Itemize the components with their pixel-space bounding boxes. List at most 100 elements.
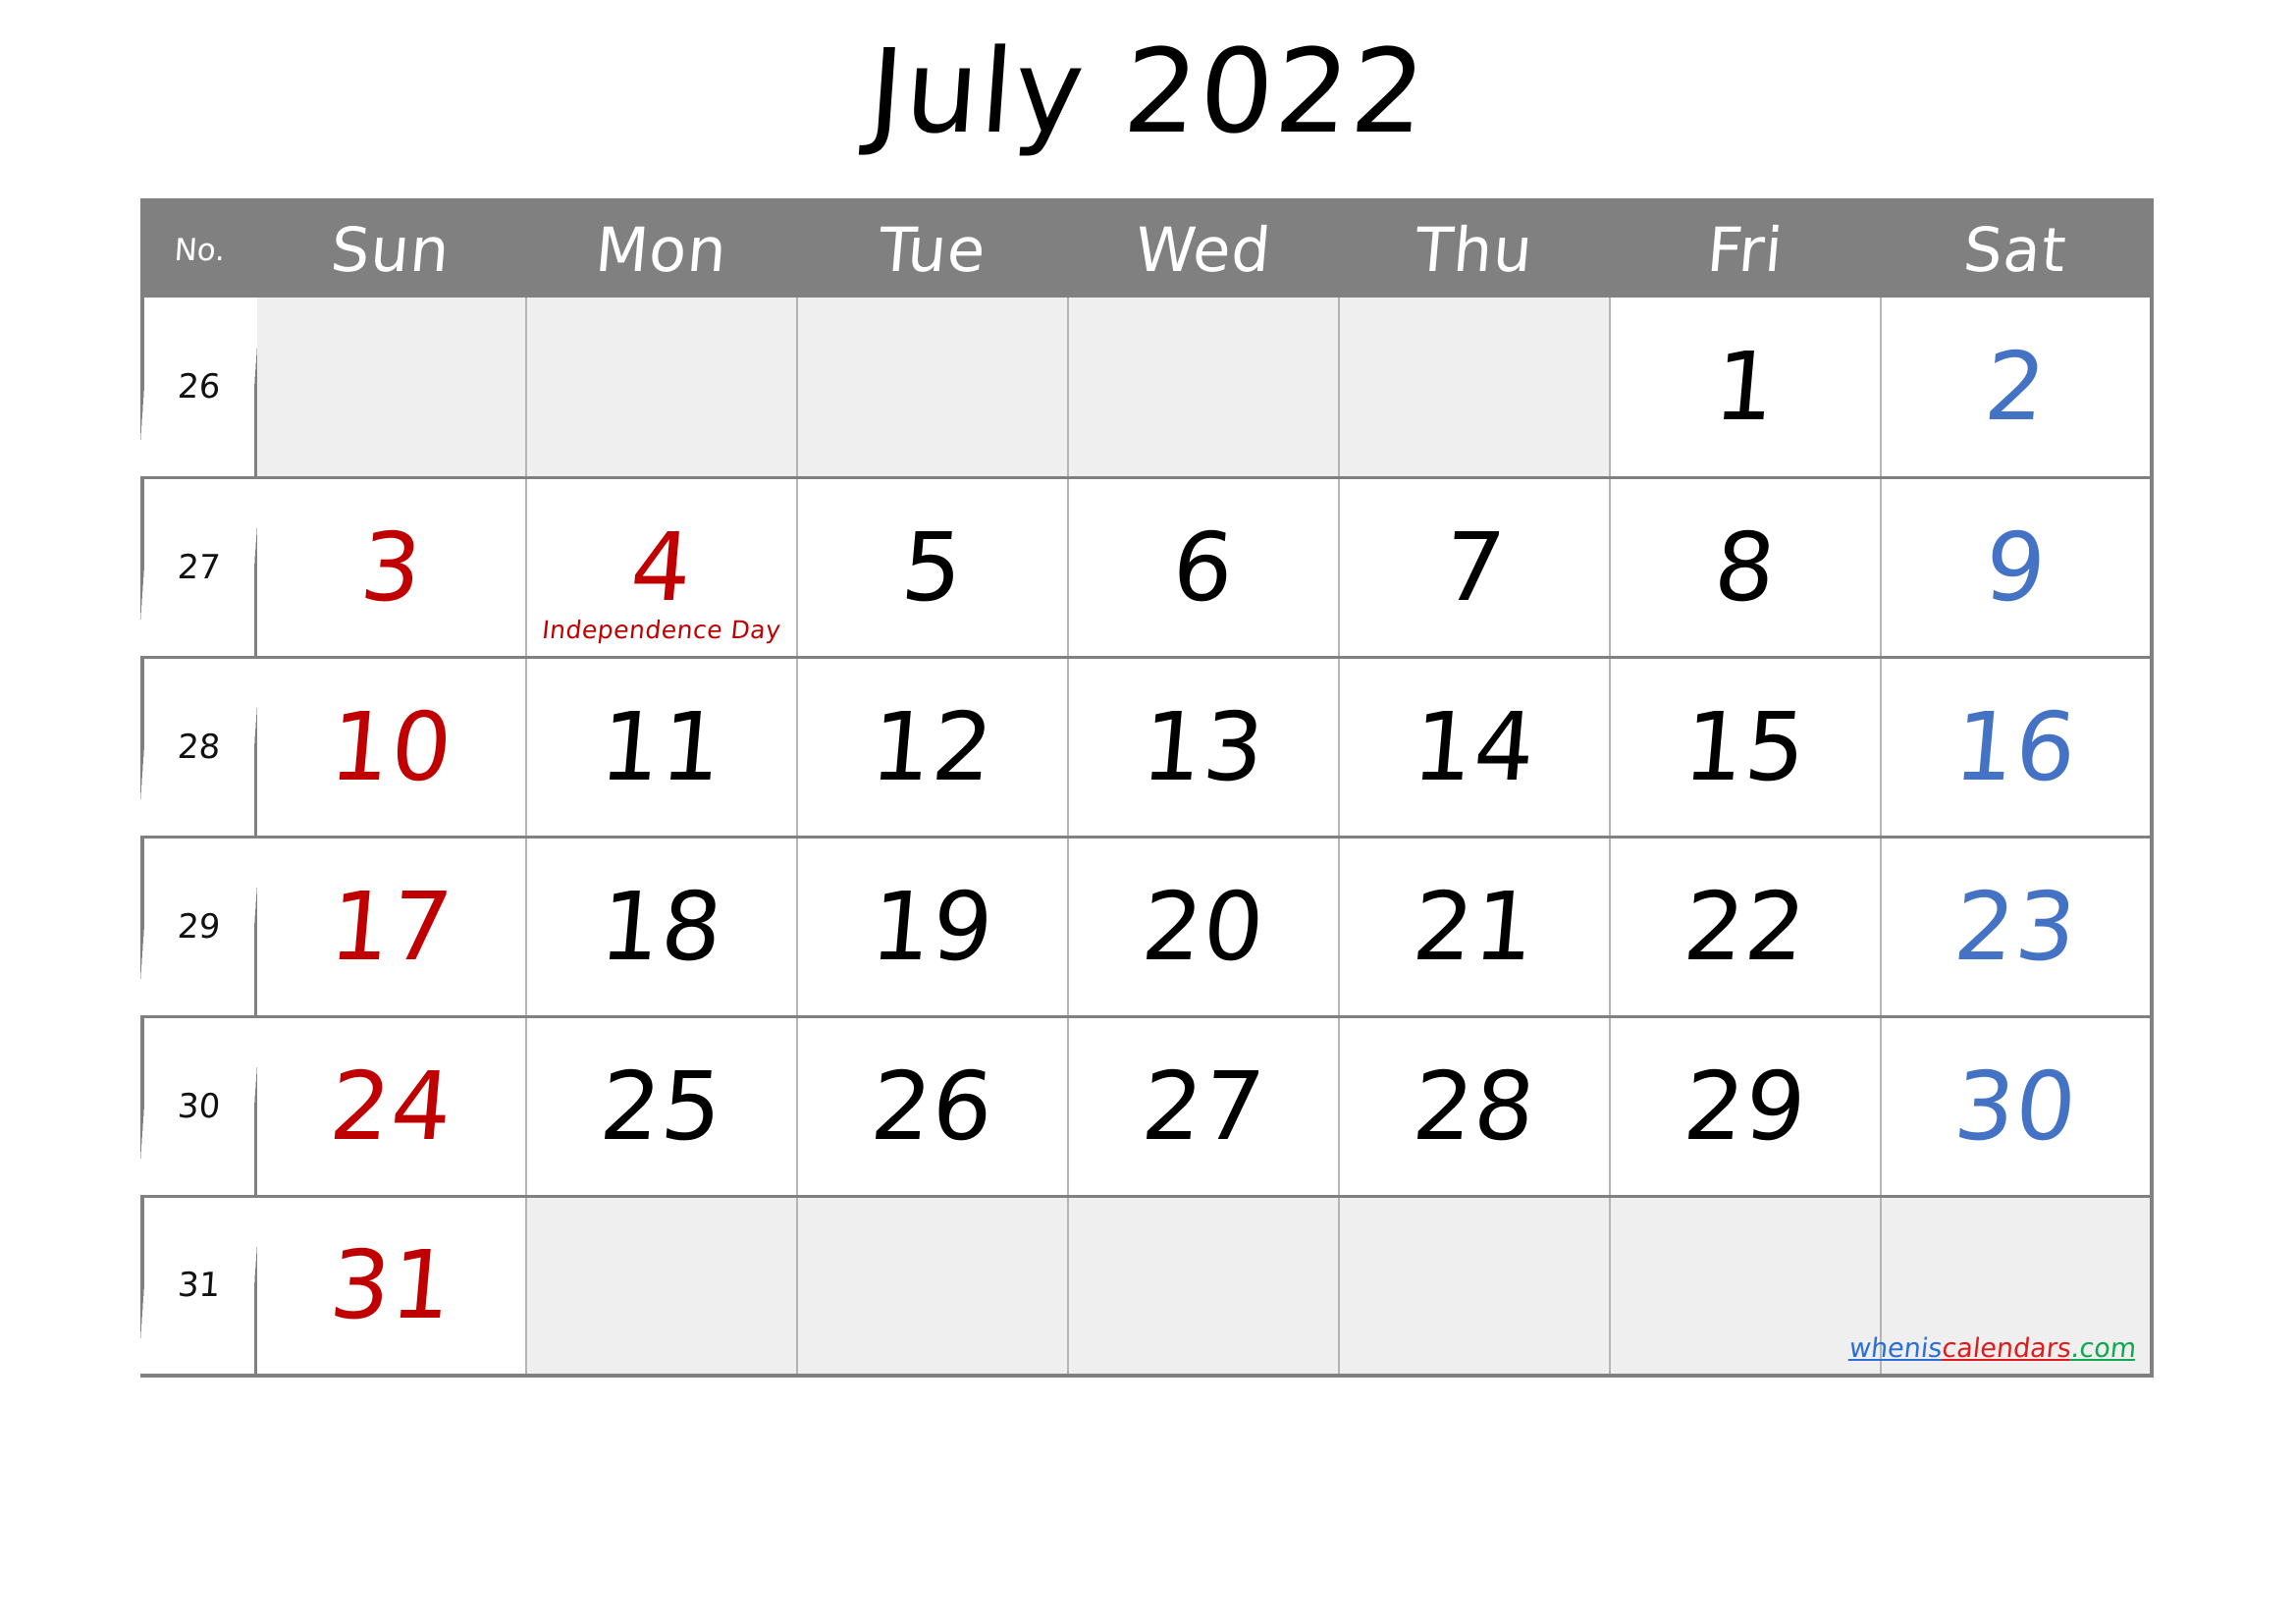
calendar-empty-cell[interactable] (1338, 1194, 1611, 1376)
day-number: 14 (1409, 691, 1540, 802)
day-number: 23 (1949, 871, 2082, 982)
calendar-empty-cell[interactable] (254, 298, 527, 479)
calendar-week-row: 27 3 4 Independence Day 5 6 7 8 9 (135, 475, 2153, 659)
calendar-day-cell[interactable]: 12 (796, 655, 1069, 839)
calendar-day-cell[interactable]: 29 (1609, 1014, 1882, 1198)
calendar-day-cell[interactable]: 6 (1067, 475, 1340, 659)
day-number: 27 (1138, 1051, 1269, 1162)
day-number: 8 (1710, 512, 1781, 623)
calendar-day-cell[interactable]: 8 (1609, 475, 1882, 659)
week-number-cell: 26 (135, 298, 262, 477)
calendar-day-cell[interactable]: 31 (254, 1194, 527, 1376)
day-number: 19 (867, 871, 998, 982)
day-number: 26 (867, 1051, 998, 1162)
calendar-empty-cell[interactable] (796, 298, 1069, 479)
calendar-week-row: 26 1 2 (135, 298, 2153, 479)
day-header-tue: Tue (876, 214, 989, 286)
calendar-day-cell[interactable]: 15 (1609, 655, 1882, 839)
calendar-empty-cell[interactable] (1609, 1194, 1882, 1376)
day-number: 16 (1949, 691, 2082, 802)
day-header-wed: Wed (1132, 214, 1275, 286)
day-number: 2 (1980, 331, 2052, 442)
calendar-empty-cell[interactable] (1067, 298, 1340, 479)
calendar-day-cell[interactable]: 9 (1880, 475, 2153, 659)
week-number-cell: 31 (135, 1196, 262, 1376)
calendar-day-cell[interactable]: 7 (1338, 475, 1611, 659)
calendar-day-cell[interactable]: 3 (254, 475, 527, 659)
calendar-day-cell[interactable]: 30 (1880, 1014, 2153, 1198)
week-number-column-header: No. (173, 232, 227, 268)
calendar-week-row: 30 24 25 26 27 28 29 30 (135, 1014, 2153, 1198)
watermark-part-com: .com (2069, 1333, 2138, 1364)
day-number: 4 (626, 512, 697, 623)
week-number-cell: 27 (135, 477, 262, 657)
calendar-day-cell[interactable]: 24 (254, 1014, 527, 1198)
calendar-day-cell[interactable]: 21 (1338, 835, 1611, 1018)
calendar-page: July 2022 No. Sun Mon Tue Wed Thu Fri Sat 26 1 2 2… (0, 0, 2296, 1624)
day-number: 6 (1168, 512, 1239, 623)
day-number: 30 (1949, 1051, 2082, 1162)
day-number: 17 (325, 871, 457, 982)
calendar-empty-cell[interactable] (1338, 298, 1611, 479)
day-number: 18 (596, 871, 727, 982)
day-number: 28 (1409, 1051, 1540, 1162)
calendar-day-cell[interactable]: 17 (254, 835, 527, 1018)
calendar-day-cell[interactable]: 10 (254, 655, 527, 839)
day-number: 31 (325, 1230, 457, 1341)
day-number: 11 (596, 691, 727, 802)
calendar-empty-cell[interactable] (525, 298, 798, 479)
calendar-empty-cell[interactable]: wheniscalendars.com (1847, 1194, 2153, 1376)
calendar-day-cell[interactable]: 19 (796, 835, 1069, 1018)
day-header-mon: Mon (592, 214, 730, 286)
calendar-empty-cell[interactable] (525, 1194, 798, 1376)
calendar-body: 26 1 2 27 3 4 Independence Day 5 6 7 8 9 28 10 11 12 13 1… (135, 298, 2153, 1376)
calendar-day-cell[interactable]: 25 (525, 1014, 798, 1198)
calendar-day-cell[interactable]: 11 (525, 655, 798, 839)
day-header-fri: Fri (1704, 214, 1787, 286)
calendar-day-cell[interactable]: 20 (1067, 835, 1340, 1018)
calendar-day-cell[interactable]: 28 (1338, 1014, 1611, 1198)
calendar-day-cell[interactable]: 5 (796, 475, 1069, 659)
calendar-grid: No. Sun Mon Tue Wed Thu Fri Sat 26 1 2 27 3 4 Indepen… (135, 198, 2154, 1378)
watermark-part-calendars: calendars (1940, 1333, 2073, 1364)
day-number: 13 (1138, 691, 1269, 802)
day-number: 21 (1409, 871, 1540, 982)
day-number: 10 (325, 691, 457, 802)
calendar-week-row: 29 17 18 19 20 21 22 23 (135, 835, 2153, 1018)
day-number: 12 (867, 691, 998, 802)
calendar-day-cell[interactable]: 23 (1880, 835, 2153, 1018)
day-header-sun: Sun (328, 214, 454, 286)
calendar-day-cell[interactable]: 22 (1609, 835, 1882, 1018)
week-number-cell: 29 (135, 837, 262, 1016)
calendar-day-cell[interactable]: 2 (1880, 298, 2153, 479)
day-header-sat: Sat (1960, 214, 2070, 286)
day-number: 25 (596, 1051, 727, 1162)
watermark-link[interactable]: wheniscalendars.com (1847, 1333, 2137, 1364)
day-number: 3 (355, 512, 427, 623)
calendar-day-cell[interactable]: 26 (796, 1014, 1069, 1198)
calendar-empty-cell[interactable] (1067, 1194, 1340, 1376)
day-number: 15 (1680, 691, 1811, 802)
calendar-day-cell[interactable]: 13 (1067, 655, 1340, 839)
calendar-day-cell[interactable]: 4 Independence Day (525, 475, 798, 659)
calendar-header-row: No. Sun Mon Tue Wed Thu Fri Sat (142, 200, 2152, 298)
calendar-week-row: 28 10 11 12 13 14 15 16 (135, 655, 2153, 839)
calendar-empty-cell[interactable] (796, 1194, 1069, 1376)
calendar-day-cell[interactable]: 14 (1338, 655, 1611, 839)
page-title: July 2022 (864, 24, 1432, 159)
calendar-week-row: 31 31 wheniscalendars.com (135, 1194, 2153, 1376)
day-header-thu: Thu (1412, 214, 1536, 286)
calendar-day-cell[interactable]: 27 (1067, 1014, 1340, 1198)
week-number-cell: 30 (135, 1016, 262, 1196)
calendar-day-cell[interactable]: 16 (1880, 655, 2153, 839)
day-number: 20 (1138, 871, 1269, 982)
calendar-day-cell[interactable]: 18 (525, 835, 798, 1018)
week-number-cell: 28 (135, 657, 262, 837)
day-number: 22 (1680, 871, 1811, 982)
day-number: 1 (1710, 331, 1781, 442)
holiday-label: Independence Day (540, 615, 783, 644)
watermark-part-whenis: whenis (1847, 1333, 1944, 1364)
day-number: 29 (1680, 1051, 1811, 1162)
day-number: 7 (1439, 512, 1510, 623)
calendar-day-cell[interactable]: 1 (1609, 298, 1882, 479)
